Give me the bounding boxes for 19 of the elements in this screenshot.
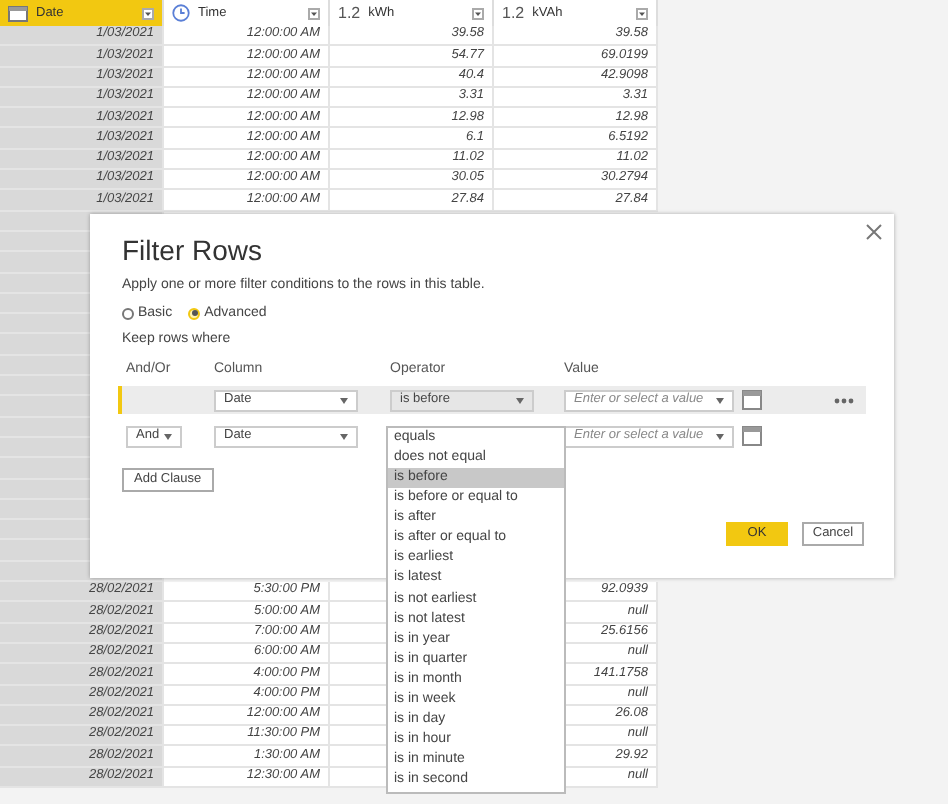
close-icon[interactable]	[866, 224, 882, 240]
calendar-icon[interactable]	[742, 390, 762, 410]
type-label: 1.2	[338, 5, 361, 21]
more-options-icon[interactable]	[834, 397, 854, 403]
caret-icon	[164, 433, 172, 439]
calendar-icon[interactable]	[742, 426, 762, 446]
type-label: 1.2	[502, 5, 525, 21]
dialog-title: Filter Rows	[122, 236, 265, 264]
caret-icon	[340, 397, 348, 403]
caret-icon	[142, 7, 154, 19]
caret-icon	[636, 7, 648, 19]
caret-icon	[516, 397, 524, 403]
clock-icon	[172, 4, 190, 22]
caret-icon	[716, 397, 724, 403]
caret-icon	[472, 7, 484, 19]
caret-icon	[716, 433, 724, 439]
caret-icon	[340, 433, 348, 439]
calendar-icon	[8, 5, 28, 21]
caret-icon	[308, 7, 320, 19]
